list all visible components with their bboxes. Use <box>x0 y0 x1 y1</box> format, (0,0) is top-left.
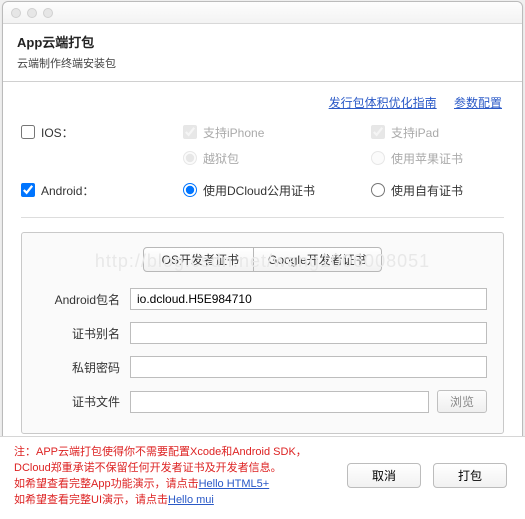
tab-google-cert[interactable]: Google开发者证书 <box>253 248 381 271</box>
own-cert-label: 使用自有证书 <box>391 182 463 199</box>
android-checkbox[interactable] <box>21 183 35 197</box>
support-iphone-label: 支持iPhone <box>203 124 264 141</box>
link-hello-html5[interactable]: Hello HTML5+ <box>199 478 270 490</box>
cancel-button[interactable]: 取消 <box>347 463 421 488</box>
applecert-radio <box>371 151 385 165</box>
page-subtitle: 云端制作终端安装包 <box>17 55 508 71</box>
header: App云端打包 云端制作终端安装包 <box>3 24 522 82</box>
ios-label: IOS： <box>41 124 74 141</box>
alias-label: 证书别名 <box>38 325 130 342</box>
note-line1: APP云端打包使得你不需要配置Xcode和Android SDK， <box>36 446 307 458</box>
note-prefix: 注： <box>14 446 36 458</box>
link-hello-mui[interactable]: Hello mui <box>168 494 214 506</box>
pwd-label: 私钥密码 <box>38 359 130 376</box>
own-cert-radio[interactable] <box>371 183 385 197</box>
titlebar <box>3 2 522 24</box>
android-label: Android： <box>41 182 94 199</box>
cert-panel: IOS开发者证书 Google开发者证书 Android包名 证书别名 私钥密码… <box>21 232 504 434</box>
pkg-label: Android包名 <box>38 291 130 308</box>
platform-section: IOS： 支持iPhone 支持iPad 越狱包 使用苹果证书 <box>3 115 522 213</box>
link-volume-guide[interactable]: 发行包体积优化指南 <box>329 96 437 110</box>
ios-checkbox[interactable] <box>21 125 35 139</box>
android-package-input[interactable] <box>130 288 487 310</box>
close-icon[interactable] <box>11 8 21 18</box>
minimize-icon[interactable] <box>27 8 37 18</box>
cert-alias-input[interactable] <box>130 322 487 344</box>
note-line2: DCloud郑重承诺不保留任何开发者证书及开发者信息。 <box>14 462 282 474</box>
link-params-config[interactable]: 参数配置 <box>454 96 502 110</box>
support-ipad-checkbox <box>371 125 385 139</box>
support-iphone-checkbox <box>183 125 197 139</box>
note-text: 注：APP云端打包使得你不需要配置Xcode和Android SDK， DClo… <box>14 445 347 509</box>
cert-file-input[interactable] <box>130 391 429 413</box>
note-line3a: 如希望查看完整App功能演示，请点击 <box>14 478 199 490</box>
pack-button[interactable]: 打包 <box>433 463 507 488</box>
file-label: 证书文件 <box>38 393 130 410</box>
page-title: App云端打包 <box>17 32 508 51</box>
zoom-icon[interactable] <box>43 8 53 18</box>
support-ipad-label: 支持iPad <box>391 124 439 141</box>
dcloud-cert-label: 使用DCloud公用证书 <box>203 182 315 199</box>
jailbreak-radio <box>183 151 197 165</box>
browse-button[interactable]: 浏览 <box>437 390 487 413</box>
applecert-label: 使用苹果证书 <box>391 150 463 167</box>
links-row: 发行包体积优化指南 参数配置 <box>3 82 522 115</box>
dcloud-cert-radio[interactable] <box>183 183 197 197</box>
separator <box>21 217 504 218</box>
cert-tab-group: IOS开发者证书 Google开发者证书 <box>143 247 381 272</box>
jailbreak-label: 越狱包 <box>203 150 239 167</box>
tab-ios-cert[interactable]: IOS开发者证书 <box>144 248 253 271</box>
note-line4a: 如希望查看完整UI演示，请点击 <box>14 494 168 506</box>
footer: 注：APP云端打包使得你不需要配置Xcode和Android SDK， DClo… <box>0 436 525 519</box>
privkey-password-input[interactable] <box>130 356 487 378</box>
dialog-window: App云端打包 云端制作终端安装包 发行包体积优化指南 参数配置 IOS： 支持… <box>2 1 523 517</box>
